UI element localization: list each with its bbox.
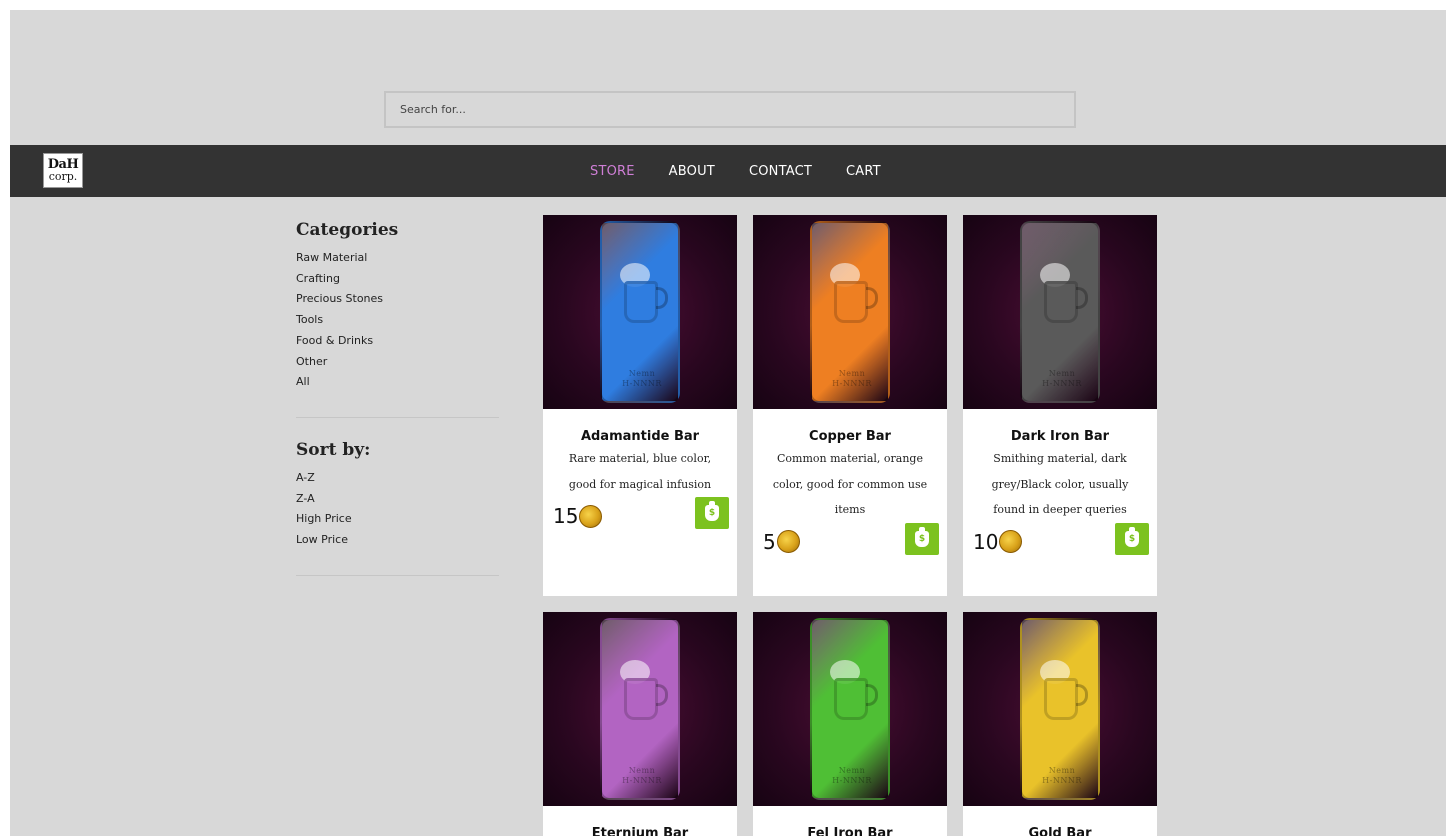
sort-z-a[interactable]: Z-A	[296, 489, 499, 510]
mug-icon	[1044, 281, 1078, 323]
product-description: Rare material, blue color, good for magi…	[568, 452, 712, 491]
product-image[interactable]: Nemn H-NNNR	[543, 612, 737, 806]
product-image[interactable]: Nemn H-NNNR	[963, 215, 1157, 409]
gold-coin-icon	[579, 504, 603, 528]
bar-stamp: Nemn H-NNNR	[1042, 766, 1082, 785]
mug-handle-icon	[656, 287, 668, 309]
nav-store[interactable]: STORE	[590, 164, 635, 179]
product-image[interactable]: Nemn H-NNNR	[753, 215, 947, 409]
product-image[interactable]: Nemn H-NNNR	[543, 215, 737, 409]
product-name[interactable]: Copper Bar	[753, 429, 947, 444]
brand-logo[interactable]: DaH corp.	[43, 153, 83, 188]
mug-icon	[1044, 678, 1078, 720]
product-card[interactable]: Nemn H-NNNR Fel Iron Bar	[753, 612, 947, 836]
category-all[interactable]: All	[296, 372, 499, 393]
sort-low-price[interactable]: Low Price	[296, 530, 499, 551]
mug-icon	[624, 678, 658, 720]
product-image[interactable]: Nemn H-NNNR	[963, 612, 1157, 806]
sort-heading: Sort by:	[296, 439, 371, 460]
product-name[interactable]: Gold Bar	[963, 826, 1157, 836]
top-navbar: DaH corp. STORE ABOUT CONTACT CART	[10, 145, 1446, 197]
add-to-cart-button[interactable]: $	[1115, 522, 1149, 555]
sidebar: Categories Raw Material Crafting Preciou…	[296, 220, 499, 598]
logo-line-1: DaH	[47, 156, 79, 172]
search-bar	[384, 91, 1076, 128]
category-raw-material[interactable]: Raw Material	[296, 248, 499, 269]
nav-about[interactable]: ABOUT	[669, 164, 715, 179]
mug-handle-icon	[1076, 287, 1088, 309]
money-bag-icon: $	[915, 526, 929, 547]
price-row: 10 $	[963, 522, 1157, 565]
product-card[interactable]: Nemn H-NNNR Copper Bar Common material, o…	[753, 215, 947, 596]
product-name[interactable]: Fel Iron Bar	[753, 826, 947, 836]
add-to-cart-button[interactable]: $	[905, 522, 939, 555]
bar-stamp: Nemn H-NNNR	[1042, 369, 1082, 388]
product-price: 10	[973, 529, 1023, 554]
category-crafting[interactable]: Crafting	[296, 269, 499, 290]
categories-heading: Categories	[296, 220, 399, 240]
sidebar-divider	[296, 574, 499, 576]
gold-coin-icon	[999, 530, 1023, 553]
mug-handle-icon	[866, 287, 878, 309]
mug-icon	[834, 678, 868, 720]
metal-bar-icon: Nemn H-NNNR	[600, 618, 680, 800]
product-name[interactable]: Dark Iron Bar	[963, 429, 1157, 444]
mug-handle-icon	[656, 684, 668, 706]
gold-coin-icon	[776, 530, 800, 553]
price-row: 5 $	[753, 522, 947, 565]
product-description: Common material, orange color, good for …	[772, 452, 928, 516]
metal-bar-icon: Nemn H-NNNR	[810, 221, 890, 403]
mug-icon	[624, 281, 658, 323]
product-name[interactable]: Adamantide Bar	[543, 429, 737, 444]
metal-bar-icon: Nemn H-NNNR	[810, 618, 890, 800]
bar-stamp: Nemn H-NNNR	[622, 766, 662, 785]
product-card[interactable]: Nemn H-NNNR Gold Bar	[963, 612, 1157, 836]
product-card[interactable]: Nemn H-NNNR Adamantide Bar Rare material,…	[543, 215, 737, 596]
page-frame: DaH corp. STORE ABOUT CONTACT CART Categ…	[10, 10, 1446, 836]
category-food-drinks[interactable]: Food & Drinks	[296, 331, 499, 352]
bar-stamp: Nemn H-NNNR	[832, 369, 872, 388]
bar-stamp: Nemn H-NNNR	[832, 766, 872, 785]
sort-a-z[interactable]: A-Z	[296, 468, 499, 489]
product-card[interactable]: Nemn H-NNNR Eternium Bar	[543, 612, 737, 836]
metal-bar-icon: Nemn H-NNNR	[600, 221, 680, 403]
product-price: 15	[553, 504, 603, 528]
metal-bar-icon: Nemn H-NNNR	[1020, 618, 1100, 800]
price-value: 10	[973, 529, 999, 554]
product-image[interactable]: Nemn H-NNNR	[753, 612, 947, 806]
price-row: 15 $	[543, 497, 737, 539]
mug-icon	[834, 281, 868, 323]
nav-links: STORE ABOUT CONTACT CART	[590, 145, 915, 197]
sort-high-price[interactable]: High Price	[296, 509, 499, 530]
product-name[interactable]: Eternium Bar	[543, 826, 737, 836]
category-other[interactable]: Other	[296, 352, 499, 373]
metal-bar-icon: Nemn H-NNNR	[1020, 221, 1100, 403]
product-card[interactable]: Nemn H-NNNR Dark Iron Bar Smithing materi…	[963, 215, 1157, 596]
add-to-cart-button[interactable]: $	[695, 497, 729, 529]
search-input[interactable]	[384, 91, 1076, 128]
nav-cart[interactable]: CART	[846, 164, 881, 179]
money-bag-icon: $	[1125, 526, 1139, 547]
category-precious-stones[interactable]: Precious Stones	[296, 289, 499, 310]
mug-handle-icon	[866, 684, 878, 706]
logo-line-2: corp.	[48, 169, 78, 183]
bar-stamp: Nemn H-NNNR	[622, 369, 662, 388]
money-bag-icon: $	[705, 501, 719, 521]
sidebar-divider	[296, 416, 499, 418]
product-price: 5	[763, 530, 800, 554]
price-value: 5	[763, 529, 776, 554]
price-value: 15	[553, 504, 579, 528]
mug-handle-icon	[1076, 684, 1088, 706]
product-description: Smithing material, dark grey/Black color…	[991, 452, 1129, 516]
category-tools[interactable]: Tools	[296, 310, 499, 331]
nav-contact[interactable]: CONTACT	[749, 164, 812, 179]
